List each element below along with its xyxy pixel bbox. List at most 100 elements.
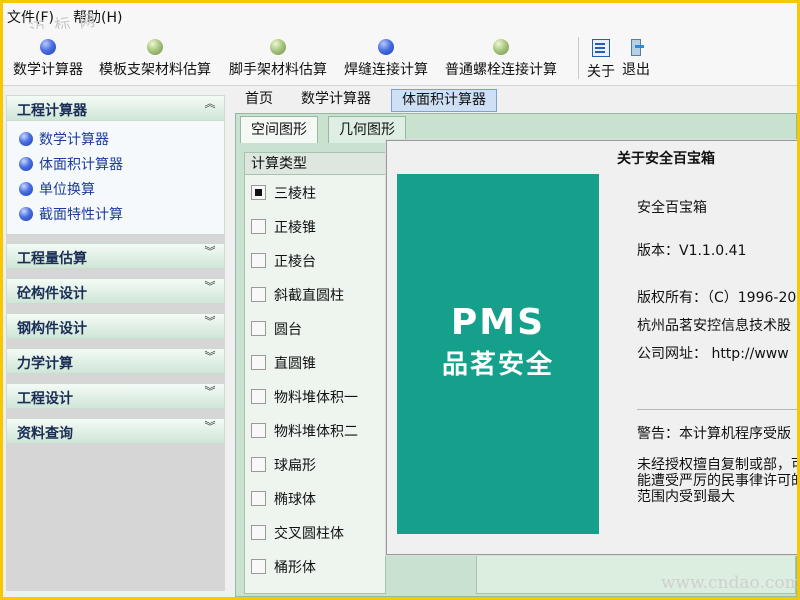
- sidebar-item-volume-calculator[interactable]: 体面积计算器: [19, 154, 123, 174]
- group-title: 工程设计: [17, 391, 73, 407]
- sidebar-group-engineering-calculator[interactable]: 工程计算器 ︽: [6, 95, 225, 121]
- item-label: 斜截直圆柱: [274, 288, 344, 304]
- list-item[interactable]: 椭球体: [251, 490, 316, 510]
- checkbox[interactable]: [251, 253, 266, 268]
- item-label: 正棱台: [274, 254, 316, 270]
- checkbox[interactable]: [251, 491, 266, 506]
- toolbar-separator: [578, 37, 579, 79]
- exit-icon: [628, 39, 644, 56]
- pms-logo: PMS 品茗安全: [397, 174, 599, 534]
- group-title: 工程计算器: [17, 103, 87, 119]
- blue-ball-icon: [19, 207, 33, 221]
- list-item[interactable]: 正棱台: [251, 252, 316, 272]
- sidebar-group-engineering-design[interactable]: 工程设计 ︾: [6, 383, 225, 409]
- menu-bar: 文件(F) 帮助(H) 迈 标 网: [3, 3, 797, 39]
- toolbar-label: 关于: [587, 64, 615, 80]
- sidebar-item-label: 数学计算器: [39, 132, 109, 148]
- chevron-down-icon[interactable]: ︾: [204, 246, 216, 257]
- item-label: 直圆锥: [274, 356, 316, 372]
- group-title: 砼构件设计: [17, 286, 87, 302]
- list-item[interactable]: 交叉圆柱体: [251, 524, 344, 544]
- math-calculator-button[interactable]: 数学计算器: [13, 37, 83, 81]
- exit-button[interactable]: 退出: [622, 37, 650, 81]
- list-item[interactable]: 物料堆体积一: [251, 388, 358, 408]
- sidebar: 工程计算器 ︽ 数学计算器 体面积计算器 单位换算 截面特性计算 工程量估算 ︾…: [6, 95, 225, 591]
- checkbox[interactable]: [251, 355, 266, 370]
- checkbox[interactable]: [251, 219, 266, 234]
- logo-text-en: PMS: [450, 302, 546, 343]
- list-item[interactable]: 圆台: [251, 320, 302, 340]
- tab-home[interactable]: 首页: [235, 89, 283, 110]
- sidebar-item-unit-conversion[interactable]: 单位换算: [19, 179, 95, 199]
- list-item[interactable]: 正棱锥: [251, 218, 316, 238]
- checkbox[interactable]: [251, 321, 266, 336]
- toolbar-label: 普通螺栓连接计算: [445, 62, 557, 78]
- list-item[interactable]: 物料堆体积二: [251, 422, 358, 442]
- sidebar-group-quantity-estimate[interactable]: 工程量估算 ︾: [6, 243, 225, 269]
- sidebar-group-steel-design[interactable]: 钢构件设计 ︾: [6, 313, 225, 339]
- checkbox[interactable]: [251, 559, 266, 574]
- copyright-text: 版权所有：（C）1996-20: [637, 290, 797, 306]
- item-label: 物料堆体积一: [274, 390, 358, 406]
- sidebar-group-mechanics[interactable]: 力学计算 ︾: [6, 348, 225, 374]
- green-ball-icon: [493, 39, 509, 55]
- checkbox[interactable]: [251, 389, 266, 404]
- sidebar-group-concrete-design[interactable]: 砼构件设计 ︾: [6, 278, 225, 304]
- item-label: 三棱柱: [274, 186, 316, 202]
- list-item[interactable]: 三棱柱: [251, 184, 316, 204]
- item-label: 椭球体: [274, 492, 316, 508]
- toolbar-label: 脚手架材料估算: [229, 62, 327, 78]
- list-item[interactable]: 桶形体: [251, 558, 316, 578]
- list-item[interactable]: 球扁形: [251, 456, 316, 476]
- chevron-down-icon[interactable]: ︾: [204, 316, 216, 327]
- group-title: 钢构件设计: [17, 321, 87, 337]
- about-dialog: 关于安全百宝箱 PMS 品茗安全 安全百宝箱 版本：V1.1.0.41 版权所有…: [386, 140, 800, 555]
- app-name: 安全百宝箱: [637, 200, 707, 216]
- group-title: 资料查询: [17, 426, 73, 442]
- bolt-calc-button[interactable]: 普通螺栓连接计算: [445, 37, 557, 81]
- chevron-down-icon[interactable]: ︾: [204, 386, 216, 397]
- checkbox[interactable]: [251, 457, 266, 472]
- divider: [637, 409, 797, 410]
- sidebar-group-reference[interactable]: 资料查询 ︾: [6, 418, 225, 444]
- sidebar-item-math-calculator[interactable]: 数学计算器: [19, 129, 109, 149]
- website-text[interactable]: 公司网址： http://www: [637, 343, 789, 363]
- chevron-up-icon[interactable]: ︽: [204, 98, 216, 109]
- green-ball-icon: [270, 39, 286, 55]
- warning-body: 未经授权擅自复制或部，可能遭受严厉的民事律许可的范围内受到最大: [637, 457, 800, 505]
- group-title: 力学计算: [17, 356, 73, 372]
- item-label: 物料堆体积二: [274, 424, 358, 440]
- scaffold-estimate-button[interactable]: 脚手架材料估算: [229, 37, 327, 81]
- toolbar-label: 焊缝连接计算: [344, 62, 428, 78]
- chevron-down-icon[interactable]: ︾: [204, 421, 216, 432]
- sidebar-item-section-properties[interactable]: 截面特性计算: [19, 204, 123, 224]
- site-watermark: www.cndao.com: [661, 573, 800, 593]
- app-window: 文件(F) 帮助(H) 迈 标 网 数学计算器 模板支架材料估算 脚手架材料估算…: [0, 0, 800, 600]
- blue-ball-icon: [19, 182, 33, 196]
- weld-calc-button[interactable]: 焊缝连接计算: [344, 37, 428, 81]
- list-item[interactable]: 斜截直圆柱: [251, 286, 344, 306]
- formwork-estimate-button[interactable]: 模板支架材料估算: [99, 37, 211, 81]
- checkbox[interactable]: [251, 423, 266, 438]
- item-label: 球扁形: [274, 458, 316, 474]
- tab-volume-calculator[interactable]: 体面积计算器: [391, 89, 497, 112]
- list-item[interactable]: 直圆锥: [251, 354, 316, 374]
- tab-spatial-shapes[interactable]: 空间图形: [240, 116, 318, 143]
- sidebar-item-label: 截面特性计算: [39, 207, 123, 223]
- tab-math-calculator[interactable]: 数学计算器: [291, 89, 381, 110]
- group-body: 数学计算器 体面积计算器 单位换算 截面特性计算: [6, 121, 225, 235]
- checkbox[interactable]: [251, 185, 266, 200]
- green-ball-icon: [147, 39, 163, 55]
- group-title: 工程量估算: [17, 251, 87, 267]
- tab-geometric-shapes[interactable]: 几何图形: [328, 116, 406, 143]
- sidebar-item-label: 体面积计算器: [39, 157, 123, 173]
- chevron-down-icon[interactable]: ︾: [204, 351, 216, 362]
- checkbox[interactable]: [251, 525, 266, 540]
- logo-text-cn: 品茗安全: [441, 350, 554, 380]
- blue-ball-icon: [378, 39, 394, 55]
- about-button[interactable]: 关于: [587, 37, 615, 81]
- chevron-down-icon[interactable]: ︾: [204, 281, 216, 292]
- blue-ball-icon: [19, 157, 33, 171]
- checkbox[interactable]: [251, 287, 266, 302]
- item-label: 正棱锥: [274, 220, 316, 236]
